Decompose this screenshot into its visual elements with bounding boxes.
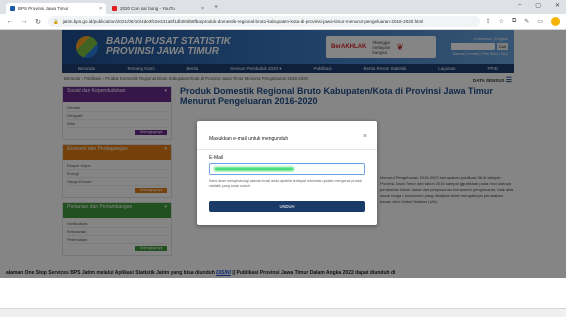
tab-label: 2020 Con sar bong - YouTu [120, 6, 175, 11]
translate-icon[interactable]: ✎ [524, 18, 529, 25]
close-icon[interactable]: × [363, 133, 367, 140]
email-field[interactable] [209, 163, 365, 175]
forward-icon[interactable]: → [20, 18, 28, 25]
panel-icon[interactable]: ▭ [537, 18, 543, 25]
browser-tab-youtube[interactable]: 2020 Con sar bong - YouTu × [108, 3, 208, 14]
tab-label: BPS Provinsi Jawa Timur [18, 6, 69, 11]
star-icon[interactable]: ☆ [499, 18, 504, 25]
profile-avatar[interactable] [551, 17, 560, 26]
window-controls: – ▢ ✕ [518, 2, 560, 9]
modal-divider [197, 149, 377, 150]
email-download-modal: Masukkan e-mail untuk mengunduh × E-Mail… [197, 121, 377, 225]
email-label: E-Mail [209, 155, 224, 161]
bps-favicon-icon [10, 6, 15, 11]
modal-title: Masukkan e-mail untuk mengunduh [209, 136, 289, 142]
lock-icon: 🔒 [53, 18, 59, 24]
maximize-icon[interactable]: ▢ [535, 2, 541, 9]
url-text: jatim.bps.go.id/publication/2021/06/10/4… [62, 19, 424, 24]
email-value-redacted [214, 167, 294, 171]
browser-tabbar: BPS Provinsi Jawa Timur × 2020 Con sar b… [0, 0, 566, 14]
toolbar-icons: ⇪ ☆ ⧉ ✎ ▭ [486, 17, 560, 26]
tab-close-icon[interactable]: × [99, 6, 102, 12]
extensions-icon[interactable]: ⧉ [512, 18, 516, 25]
share-icon[interactable]: ⇪ [486, 18, 491, 25]
back-icon[interactable]: ← [6, 18, 14, 25]
address-bar[interactable]: 🔒 jatim.bps.go.id/publication/2021/06/10… [48, 16, 480, 27]
close-window-icon[interactable]: ✕ [555, 2, 560, 9]
download-button[interactable]: UNDUH [209, 201, 365, 212]
modal-note: Kami akan menghubungi alamat email anda … [209, 179, 363, 188]
taskbar [0, 308, 566, 317]
browser-tab-bps[interactable]: BPS Provinsi Jawa Timur × [6, 3, 106, 14]
reload-icon[interactable]: ↻ [34, 18, 42, 26]
minimize-icon[interactable]: – [518, 2, 521, 9]
new-tab-button[interactable]: + [210, 4, 222, 11]
browser-toolbar: ← → ↻ 🔒 jatim.bps.go.id/publication/2021… [0, 14, 566, 30]
youtube-favicon-icon [112, 6, 117, 11]
tab-close-icon[interactable]: × [201, 6, 204, 12]
